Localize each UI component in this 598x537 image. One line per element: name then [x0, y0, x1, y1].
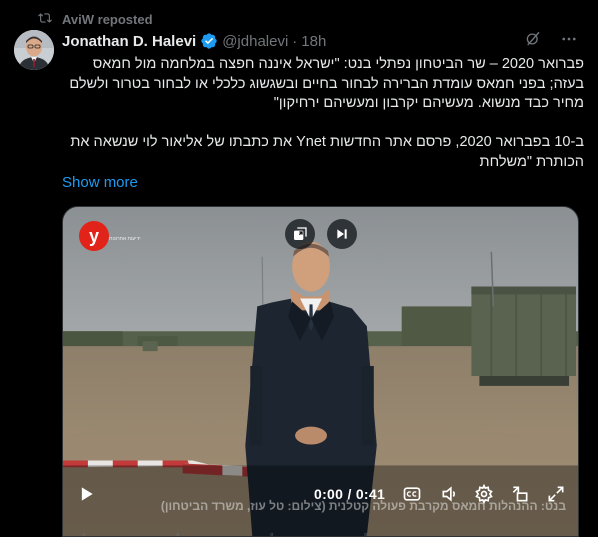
avatar[interactable]: [14, 30, 54, 70]
repost-text[interactable]: AviW reposted: [62, 12, 153, 27]
author-handle[interactable]: @jdhalevi: [222, 33, 288, 50]
tweet-actions: ◦ ◦ ◦ ◦: [62, 529, 579, 537]
play-icon[interactable]: [75, 483, 97, 505]
video-caption: בנט: ההנהלות חמאס מקרבת פעולה קטלנית (צי…: [160, 499, 566, 513]
ynet-logo-sub: ידיעות אחרונות: [109, 236, 141, 242]
retweet-icon[interactable]: ◦: [176, 529, 180, 537]
picture-in-picture-icon[interactable]: [285, 219, 315, 249]
tweet-time[interactable]: 18h: [301, 33, 326, 50]
tweet-paragraph-2: ב-10 בפברואר 2020, פרסם אתר החדשות Ynet …: [70, 134, 584, 170]
tweet-text: פברואר 2020 – שר הביטחון נפתלי בנט: "ישר…: [62, 55, 584, 172]
reply-icon[interactable]: ◦: [82, 529, 86, 537]
verified-badge-icon[interactable]: [200, 32, 218, 50]
views-icon[interactable]: ◦: [364, 529, 368, 537]
video-player[interactable]: y ידיעות אחרונות 0:00 / 0:41 בנט: ההנהלו…: [62, 206, 579, 537]
more-icon[interactable]: [560, 30, 578, 53]
skip-next-icon[interactable]: [327, 219, 357, 249]
grok-icon[interactable]: [524, 30, 542, 53]
tweet-paragraph-1: פברואר 2020 – שר הביטחון נפתלי בנט: "ישר…: [69, 56, 584, 111]
like-icon[interactable]: ◦: [270, 529, 274, 537]
author-name[interactable]: Jonathan D. Halevi: [62, 33, 196, 50]
ynet-logo: y: [79, 221, 109, 251]
repost-icon: [38, 11, 52, 28]
header-separator: ·: [292, 32, 298, 50]
show-more-link[interactable]: Show more: [62, 174, 138, 191]
repost-indicator[interactable]: AviW reposted: [38, 10, 153, 28]
header-actions: [524, 31, 578, 51]
ynet-logo-letter: y: [88, 225, 99, 246]
tweet-header: Jonathan D. Halevi @jdhalevi · 18h: [62, 31, 326, 51]
